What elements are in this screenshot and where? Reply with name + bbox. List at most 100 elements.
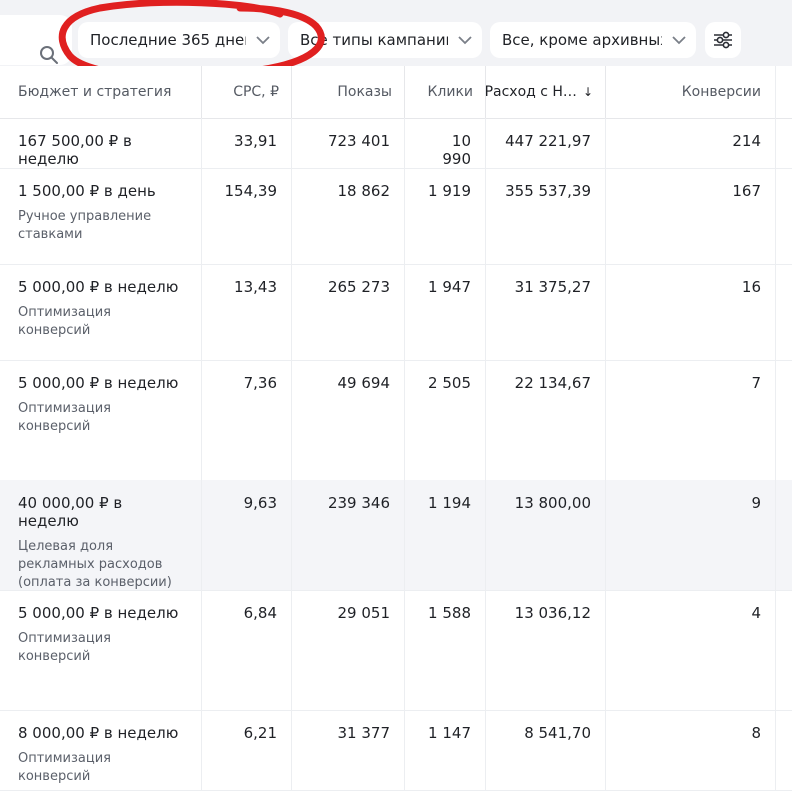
cell-clicks: 1 919 — [405, 168, 486, 264]
clicks-value: 1 194 — [428, 494, 471, 512]
table-row[interactable]: 5 000,00 ₽ в неделю Оптимизация конверсий… — [0, 264, 792, 361]
cpc-value: 154,39 — [224, 182, 278, 200]
search-icon[interactable] — [38, 45, 62, 65]
clicks-value: 10 990 — [442, 132, 471, 168]
sort-descending-icon: ↓ — [582, 85, 593, 99]
cell-budget: 5 000,00 ₽ в неделю Оптимизация конверсий — [0, 360, 202, 480]
budget-value: 5 000,00 ₽ в неделю — [18, 604, 179, 622]
conversions-value: 7 — [751, 374, 761, 392]
budget-value: 5 000,00 ₽ в неделю — [18, 278, 179, 296]
cell-conversions: 167 — [606, 168, 776, 264]
cell-impressions: 18 862 — [292, 168, 405, 264]
clicks-value: 1 919 — [428, 182, 471, 200]
cell-budget: 8 000,00 ₽ в неделю Оптимизация конверсий — [0, 710, 202, 790]
cell-cpc: 6,84 — [202, 590, 292, 710]
spend-value: 447 221,97 — [505, 132, 591, 150]
table-row[interactable]: 167 500,00 ₽ в неделю 33,91 723 401 10 990 4… — [0, 118, 792, 169]
cell-clicks: 1 194 — [405, 480, 486, 590]
cell-clicks: 1 947 — [405, 264, 486, 360]
cell-spend: 8 541,70 — [486, 710, 606, 790]
strategy-label: Оптимизация конверсий — [18, 305, 112, 338]
strategy-label: Оптимизация конверсий — [18, 401, 112, 434]
column-header-conversions[interactable]: Конверсии — [606, 66, 776, 118]
cell-cpc: 33,91 — [202, 118, 292, 168]
cpc-value: 7,36 — [243, 374, 277, 392]
column-header-clicks[interactable]: Клики — [405, 66, 486, 118]
table-header-row: Бюджет и стратегия CPC, ₽ Показы Клики Р… — [0, 66, 792, 119]
campaign-type-filter-dropdown[interactable]: Все типы кампаний — [288, 22, 482, 58]
conversions-value: 214 — [732, 132, 761, 150]
conversions-value: 167 — [732, 182, 761, 200]
column-header-impressions[interactable]: Показы — [292, 66, 405, 118]
status-filter-dropdown[interactable]: Все, кроме архивных — [490, 22, 696, 58]
status-filter-label: Все, кроме архивных — [502, 31, 662, 49]
cell-budget: 5 000,00 ₽ в неделю Оптимизация конверсий — [0, 264, 202, 360]
table-row[interactable]: 5 000,00 ₽ в неделю Оптимизация конверсий… — [0, 360, 792, 481]
strategy-label: Оптимизация конверсий — [18, 631, 112, 664]
conversions-value: 9 — [751, 494, 761, 512]
column-divider — [775, 66, 776, 790]
cell-impressions: 239 346 — [292, 480, 405, 590]
period-filter-label: Последние 365 дней — [90, 31, 246, 49]
budget-value: 1 500,00 ₽ в день — [18, 182, 156, 200]
table-row[interactable]: 8 000,00 ₽ в неделю Оптимизация конверсий… — [0, 710, 792, 791]
cell-cpc: 7,36 — [202, 360, 292, 480]
chevron-down-icon — [672, 36, 686, 45]
filter-settings-button[interactable] — [705, 22, 741, 58]
cell-cpc: 9,63 — [202, 480, 292, 590]
cell-clicks: 2 505 — [405, 360, 486, 480]
impressions-value: 723 401 — [327, 132, 390, 150]
column-header-budget[interactable]: Бюджет и стратегия — [0, 66, 202, 118]
cpc-value: 6,21 — [243, 724, 277, 742]
cell-clicks: 10 990 — [405, 118, 486, 168]
cell-spend: 447 221,97 — [486, 118, 606, 168]
clicks-value: 2 505 — [428, 374, 471, 392]
cell-budget: 167 500,00 ₽ в неделю — [0, 118, 202, 168]
cell-cpc: 6,21 — [202, 710, 292, 790]
conversions-value: 4 — [751, 604, 761, 622]
table-row[interactable]: 1 500,00 ₽ в день Ручное управление ставк… — [0, 168, 792, 265]
column-header-spend[interactable]: Расход с Н… ↓ — [485, 66, 606, 118]
cell-clicks: 1 588 — [405, 590, 486, 710]
spend-value: 31 375,27 — [514, 278, 591, 296]
cell-cpc: 154,39 — [202, 168, 292, 264]
cell-cpc: 13,43 — [202, 264, 292, 360]
clicks-value: 1 947 — [428, 278, 471, 296]
campaign-type-filter-label: Все типы кампаний — [300, 31, 448, 49]
sliders-icon — [714, 31, 732, 49]
clicks-value: 1 588 — [428, 604, 471, 622]
period-filter-dropdown[interactable]: Последние 365 дней — [78, 22, 280, 58]
cpc-value: 9,63 — [243, 494, 277, 512]
impressions-value: 29 051 — [337, 604, 391, 622]
cell-clicks: 1 147 — [405, 710, 486, 790]
cell-conversions: 16 — [606, 264, 776, 360]
cell-spend: 13 800,00 — [486, 480, 606, 590]
cell-conversions: 9 — [606, 480, 776, 590]
spend-value: 8 541,70 — [524, 724, 591, 742]
cell-impressions: 31 377 — [292, 710, 405, 790]
spend-value: 13 036,12 — [514, 604, 591, 622]
impressions-value: 31 377 — [337, 724, 391, 742]
table-row[interactable]: 5 000,00 ₽ в неделю Оптимизация конверсий… — [0, 590, 792, 711]
search-field[interactable] — [0, 15, 72, 65]
impressions-value: 18 862 — [337, 182, 391, 200]
cell-conversions: 7 — [606, 360, 776, 480]
budget-value: 8 000,00 ₽ в неделю — [18, 724, 179, 742]
column-header-cpc[interactable]: CPC, ₽ — [202, 66, 292, 118]
cell-impressions: 265 273 — [292, 264, 405, 360]
conversions-value: 8 — [751, 724, 761, 742]
impressions-value: 265 273 — [327, 278, 390, 296]
clicks-value: 1 147 — [428, 724, 471, 742]
cell-budget: 5 000,00 ₽ в неделю Оптимизация конверсий — [0, 590, 202, 710]
chevron-down-icon — [256, 36, 270, 45]
impressions-value: 239 346 — [327, 494, 390, 512]
budget-value: 40 000,00 ₽ в неделю — [18, 494, 123, 530]
table-row[interactable]: 40 000,00 ₽ в неделю Целевая доля рекламн… — [0, 480, 792, 591]
cell-impressions: 29 051 — [292, 590, 405, 710]
filter-toolbar: Последние 365 дней Все типы кампаний Все… — [0, 0, 792, 80]
strategy-label: Ручное управление ставками — [18, 209, 152, 242]
cell-budget: 1 500,00 ₽ в день Ручное управление ставк… — [0, 168, 202, 264]
spend-value: 22 134,67 — [514, 374, 591, 392]
cell-conversions: 8 — [606, 710, 776, 790]
conversions-value: 16 — [741, 278, 761, 296]
